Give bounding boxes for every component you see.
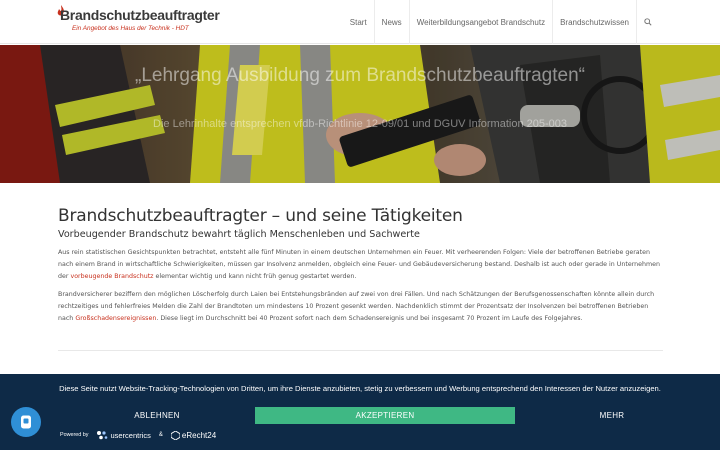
usercentrics-icon [97, 431, 108, 440]
hero-banner: „Lehrgang Ausbildung zum Brandschutzbeau… [0, 45, 720, 183]
amp-separator: & [158, 432, 163, 438]
link-grossschadensereignisse[interactable]: Großschadensereignissen [75, 315, 156, 322]
erecht24-logo[interactable]: eRecht24 [170, 430, 217, 440]
erecht24-label: eRecht24 [181, 430, 217, 440]
usercentrics-logo[interactable]: usercentrics [96, 430, 151, 440]
cookie-banner: Diese Seite nutzt Website-Tracking-Techn… [0, 374, 720, 450]
page-subtitle: Vorbeugender Brandschutz bewahrt täglich… [58, 229, 420, 240]
erecht24-icon [170, 430, 180, 440]
logo-subtitle: Ein Angebot des Haus der Technik - HDT [72, 25, 189, 32]
paragraph-2-text-b: . Diese liegt im Durchschnitt bei 40 Pro… [156, 314, 583, 322]
fingerprint-icon [21, 415, 31, 429]
hero-text: Die Lehrinhalte entsprechen vfdb-Richtli… [153, 118, 567, 130]
page-title: Brandschutzbeauftragter – und seine Täti… [58, 206, 463, 226]
site-header: Brandschutzbeauftragter Ein Angebot des … [0, 0, 720, 44]
powered-by: Powered by usercentrics & eRecht24 [60, 428, 216, 442]
nav-news[interactable]: News [373, 0, 409, 44]
accept-button[interactable]: AKZEPTIEREN [255, 407, 515, 424]
logo-title: Brandschutzbeauftragter [60, 7, 220, 23]
paragraph-2: Brandversicherer beziffern den möglichen… [58, 289, 663, 324]
nav-start[interactable]: Start [343, 0, 374, 44]
link-vorbeugende-brandschutz[interactable]: vorbeugende Brandschutz [70, 273, 153, 280]
hero-heading: „Lehrgang Ausbildung zum Brandschutzbeau… [135, 65, 585, 86]
main-content: Brandschutzbeauftragter – und seine Täti… [58, 206, 663, 325]
site-logo[interactable]: Brandschutzbeauftragter Ein Angebot des … [57, 5, 220, 37]
content-divider [58, 350, 663, 351]
cookie-text: Diese Seite nutzt Website-Tracking-Techn… [59, 384, 661, 393]
paragraph-1: Aus rein statistischen Gesichtspunkten b… [58, 247, 663, 282]
main-nav: Start News Weiterbildungsangebot Brandsc… [343, 0, 658, 44]
nav-weiterbildung[interactable]: Weiterbildungsangebot Brandschutz [408, 0, 552, 44]
search-icon[interactable] [636, 0, 658, 44]
privacy-settings-button[interactable] [11, 407, 41, 437]
nav-brandschutzwissen[interactable]: Brandschutzwissen [552, 0, 636, 44]
powered-by-label: Powered by [60, 432, 89, 438]
usercentrics-label: usercentrics [110, 430, 151, 440]
reject-button[interactable]: ABLEHNEN [27, 407, 287, 424]
paragraph-1-text-b: elementar wichtig und kann nicht früh ge… [153, 272, 357, 280]
more-button[interactable]: MEHR [482, 407, 720, 424]
